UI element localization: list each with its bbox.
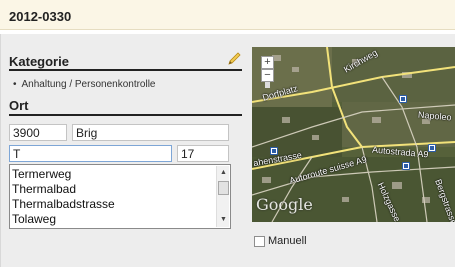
record-header: 2012-0330	[0, 0, 455, 30]
scroll-thumb[interactable]	[218, 181, 229, 195]
house-number-input[interactable]	[177, 145, 229, 162]
suggestion-item[interactable]: Thermalbadstrasse	[12, 197, 115, 211]
zoom-in-button[interactable]: +	[261, 56, 274, 69]
zoom-out-button[interactable]: −	[261, 69, 274, 82]
scroll-down-icon[interactable]: ▼	[218, 215, 229, 225]
scroll-up-icon[interactable]: ▲	[218, 168, 229, 178]
category-heading: Kategorie	[9, 54, 69, 69]
location-divider	[9, 114, 242, 116]
category-divider	[9, 69, 242, 71]
postal-code-input[interactable]	[9, 124, 67, 141]
pencil-icon[interactable]	[226, 51, 242, 67]
category-list-item: Anhaltung / Personenkontrolle	[13, 79, 156, 90]
record-id-title: 2012-0330	[9, 9, 72, 24]
satellite-map[interactable]: + − Dorfplatz Kirchweg Napoleo ahenstras…	[252, 47, 455, 222]
manual-checkbox[interactable]	[254, 236, 265, 247]
map-marker-icon[interactable]	[428, 144, 436, 152]
map-marker-icon[interactable]	[270, 147, 278, 155]
manual-checkbox-label: Manuell	[268, 235, 307, 247]
suggestion-item[interactable]: Tolaweg	[12, 212, 56, 226]
city-input[interactable]	[72, 124, 229, 141]
location-heading: Ort	[9, 98, 29, 113]
zoom-slider-track[interactable]	[265, 81, 270, 88]
map-marker-icon[interactable]	[402, 162, 410, 170]
suggestion-item[interactable]: Termerweg	[12, 167, 71, 181]
suggestion-item[interactable]: Thermalbad	[12, 182, 76, 196]
map-provider-logo: Google	[256, 195, 313, 214]
map-marker-icon[interactable]	[399, 95, 407, 103]
suggestion-scrollbar[interactable]: ▲ ▼	[216, 166, 229, 227]
street-input[interactable]	[9, 145, 172, 162]
street-suggestion-list[interactable]: Termerweg Thermalbad Thermalbadstrasse T…	[9, 164, 231, 229]
